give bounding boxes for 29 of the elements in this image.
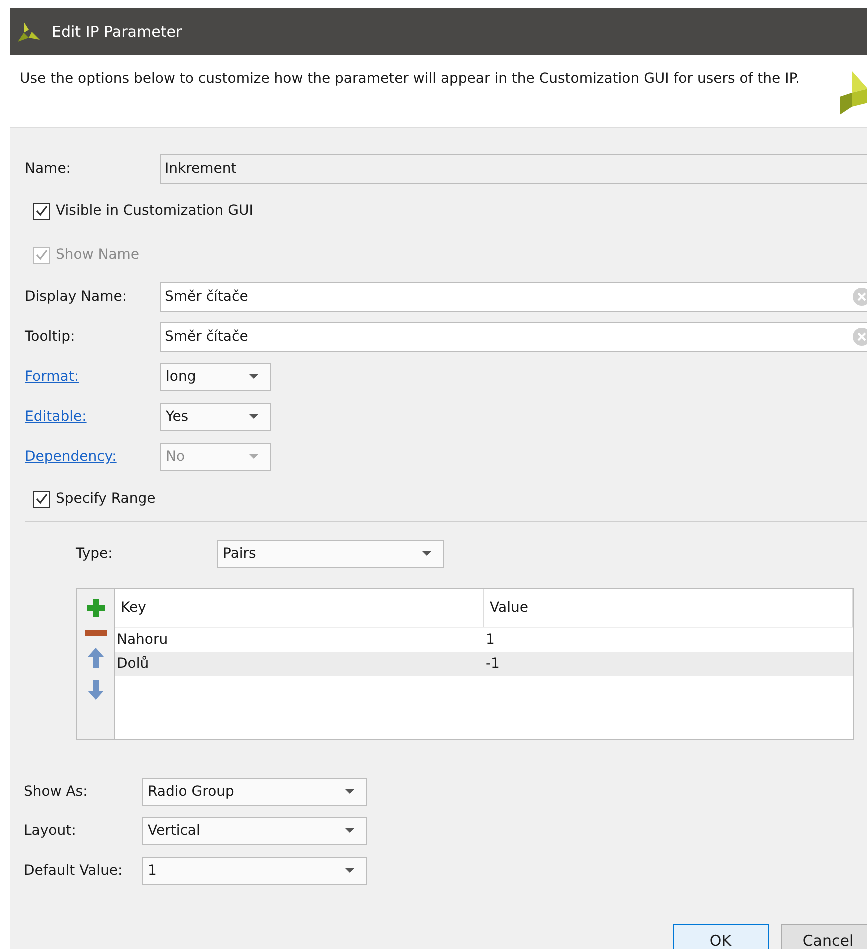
text-field[interactable]: Inkrement	[160, 154, 867, 184]
field-label: Show As:	[24, 784, 89, 800]
checkbox-label: Specify Range	[56, 491, 156, 507]
text-field[interactable]: Směr čítače	[160, 322, 867, 352]
field-label: Layout:	[24, 823, 78, 840]
window-title: Edit IP Parameter	[52, 22, 182, 40]
dropdown[interactable]: Vertical	[142, 817, 367, 846]
field-label: Tooltip:	[25, 329, 76, 345]
text-field[interactable]: Směr čítače	[160, 282, 867, 312]
dropdown[interactable]: Radio Group	[142, 778, 367, 806]
dropdown[interactable]: Pairs	[217, 540, 444, 568]
table-row[interactable]: Dolů -1	[115, 652, 853, 676]
description-text: Use the options below to customize how the parameter will appear in the Customization GUI for users of the IP.	[20, 70, 801, 89]
ok-button[interactable]: OK	[673, 924, 768, 949]
label-link[interactable]: Editable:	[25, 409, 160, 425]
checkbox-label: Show Name	[56, 247, 140, 263]
label-link[interactable]: Format:	[25, 369, 160, 385]
dropdown[interactable]: long	[160, 363, 271, 391]
field-label: Name:	[25, 161, 72, 177]
checkbox-label: Visible in Customization GUI	[56, 203, 254, 219]
column-header: Value	[484, 589, 853, 627]
dropdown[interactable]: 1	[142, 856, 367, 885]
dropdown[interactable]: Yes	[160, 403, 271, 431]
column-header: Key	[115, 589, 484, 627]
field-label: Display Name:	[25, 289, 128, 305]
field-label: Type:	[76, 546, 114, 562]
field-label: Default Value:	[24, 862, 124, 879]
cancel-button[interactable]: Cancel	[780, 924, 867, 949]
table-row[interactable]: Nahoru 1	[115, 628, 853, 652]
